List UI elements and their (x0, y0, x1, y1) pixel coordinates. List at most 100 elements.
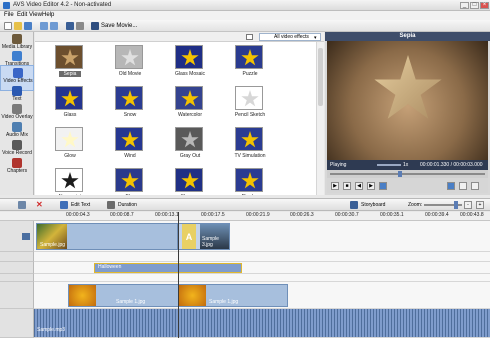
stop-icon[interactable]: ■ (343, 182, 351, 190)
star-icon (121, 49, 139, 66)
scrollbar-thumb[interactable] (318, 48, 323, 106)
capture-icon[interactable] (76, 22, 84, 30)
effect-tile[interactable]: Wind (100, 126, 160, 167)
effect-tile[interactable]: Watercolor (160, 85, 220, 126)
camera-icon[interactable] (459, 182, 467, 190)
effect-tile[interactable]: Glass Mosaic (160, 44, 220, 85)
snapshot-icon[interactable] (379, 182, 387, 190)
save-project-icon[interactable] (24, 22, 32, 30)
track-header-effects[interactable] (0, 252, 34, 262)
timeline-clip[interactable]: A Sample 3.jpg (177, 223, 230, 250)
ruler-tick: 00:00:04.3 (66, 212, 90, 218)
zoom-slider-knob[interactable] (454, 201, 458, 209)
play-icon[interactable]: ▶ (331, 182, 339, 190)
chevron-down-icon[interactable]: ▾ (314, 35, 317, 41)
track-effects[interactable] (34, 252, 490, 262)
open-project-icon[interactable] (14, 22, 22, 30)
timeline-clip[interactable]: Sample.jpg (36, 223, 190, 250)
effect-thumbnail (55, 45, 83, 69)
audio-mix-icon (12, 122, 22, 132)
clip-label: Sample.jpg (40, 242, 66, 248)
video-overlay-icon (12, 104, 22, 114)
previous-frame-icon[interactable]: ◀ (355, 182, 363, 190)
track-overlay[interactable]: Sample 1.jpg Sample 1.jpg (34, 282, 490, 309)
new-project-icon[interactable] (4, 22, 12, 30)
effect-tile[interactable]: Sepia (40, 44, 100, 85)
effect-tile[interactable]: Puzzle (220, 44, 280, 85)
seek-bar[interactable] (327, 170, 488, 178)
storyboard-button[interactable]: Storyboard (361, 202, 385, 208)
star-icon (181, 172, 199, 189)
duration-icon[interactable] (107, 201, 115, 209)
save-movie-button[interactable]: Save Movie... (101, 23, 137, 29)
effects-panel-header: All video effects ▾ (35, 32, 324, 42)
track-text[interactable]: Halloween (34, 262, 490, 274)
menu-file[interactable]: File (4, 12, 14, 18)
fullscreen-icon[interactable] (471, 182, 479, 190)
zoom-out-icon[interactable]: - (464, 201, 472, 209)
maximize-button[interactable]: □ (470, 2, 479, 9)
timeline-ruler[interactable]: 00:00:04.3 00:00:08.7 00:00:13.1 00:00:1… (0, 212, 490, 221)
clip-label: Sample 3.jpg (202, 236, 219, 248)
ruler-tick: 00:00:26.3 (290, 212, 314, 218)
star-icon (61, 131, 79, 148)
effect-tile[interactable]: Glow (40, 126, 100, 167)
text-clip[interactable]: Halloween (94, 263, 242, 273)
track-video-main[interactable]: Sample.jpg A Sample 3.jpg (34, 221, 490, 252)
monitor-icon[interactable] (66, 22, 74, 30)
fit-screen-icon[interactable] (447, 182, 455, 190)
effect-tile[interactable]: Newsprint (40, 167, 100, 195)
track-header-empty[interactable] (0, 274, 34, 282)
zoom-in-icon[interactable]: + (476, 201, 484, 209)
effect-label: Ripples (220, 194, 280, 195)
minimize-button[interactable]: _ (460, 2, 469, 9)
menu-edit[interactable]: Edit (17, 12, 27, 18)
effect-tile[interactable]: Snow (100, 85, 160, 126)
track-header-audio[interactable] (0, 309, 34, 338)
edit-text-icon[interactable] (60, 201, 68, 209)
title-bar: AVS Video Editor 4.2 - Non-activated _ □… (0, 0, 490, 11)
sidebar-item-chapters[interactable]: Chapters (0, 156, 34, 182)
menu-view[interactable]: View (29, 12, 42, 18)
playhead[interactable] (178, 212, 179, 338)
timeline-tracks: Sample.jpg A Sample 3.jpg Halloween Samp… (0, 221, 490, 338)
save-movie-icon[interactable] (91, 22, 99, 30)
effect-tile[interactable]: Gray Out (160, 126, 220, 167)
timeline-edit-icon[interactable] (18, 201, 26, 209)
ruler-tick: 00:00:13.1 (155, 212, 179, 218)
close-button[interactable]: × (480, 2, 489, 9)
redo-icon[interactable] (50, 22, 58, 30)
voice-record-icon (12, 140, 22, 150)
effect-thumbnail (115, 86, 143, 110)
effect-tile[interactable]: Ripples (220, 167, 280, 195)
edit-text-button[interactable]: Edit Text (71, 202, 90, 208)
effect-tile[interactable]: Glass (40, 85, 100, 126)
playback-status: Playing (330, 162, 347, 168)
track-audio[interactable]: Sample.mp3 (34, 309, 490, 338)
effects-scrollbar[interactable] (316, 42, 324, 195)
delete-icon[interactable]: ✕ (36, 200, 43, 209)
view-mode-icon[interactable] (246, 34, 253, 40)
effect-tile[interactable]: Blur (100, 167, 160, 195)
star-icon (121, 172, 139, 189)
menu-help[interactable]: Help (42, 12, 54, 18)
star-icon (241, 49, 259, 66)
effect-tile[interactable]: Sharpen (160, 167, 220, 195)
effects-filter-select[interactable]: All video effects (259, 33, 321, 41)
main-toolbar: Save Movie... (0, 20, 490, 32)
effect-tile[interactable]: Pencil Sketch (220, 85, 280, 126)
duration-button[interactable]: Duration (118, 202, 137, 208)
track-header-text[interactable] (0, 262, 34, 274)
track-empty[interactable] (34, 274, 490, 282)
storyboard-icon[interactable] (350, 201, 358, 209)
effect-label: Sepia (59, 71, 81, 77)
effect-label: Old Movie (118, 71, 142, 77)
track-header-video[interactable] (0, 221, 34, 252)
speed-slider[interactable] (377, 164, 401, 166)
next-frame-icon[interactable]: ▶ (367, 182, 375, 190)
track-header-overlay[interactable] (0, 282, 34, 309)
seek-knob[interactable] (398, 171, 402, 177)
effect-tile[interactable]: Old Movie (100, 44, 160, 85)
undo-icon[interactable] (40, 22, 48, 30)
effect-tile[interactable]: TV Simulation (220, 126, 280, 167)
